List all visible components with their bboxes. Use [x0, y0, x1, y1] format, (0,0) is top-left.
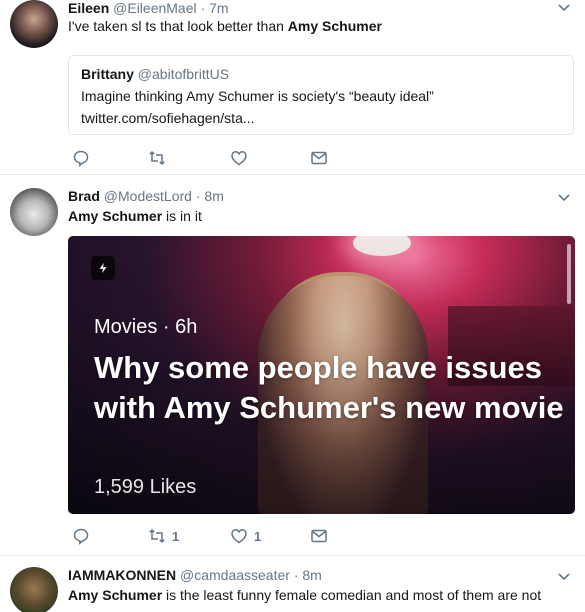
tweet-text-part: is the least funny female comedian and m…: [162, 587, 542, 603]
quote-author-handle: @abitofbrittUS: [137, 66, 230, 82]
card-likes: 1,599 Likes: [94, 476, 197, 498]
author-handle[interactable]: @camdaasseater: [180, 567, 290, 583]
tweet-text-bold[interactable]: Amy Schumer: [68, 587, 162, 603]
timestamp[interactable]: 7m: [209, 0, 228, 16]
tweet-header: IAMMAKONNEN @camdaasseater · 8m: [68, 567, 322, 583]
like-button[interactable]: [230, 148, 248, 168]
author-name[interactable]: Brad: [68, 188, 100, 204]
author-name[interactable]: IAMMAKONNEN: [68, 567, 176, 583]
card-category: Movies · 6h: [94, 316, 198, 338]
separator-dot: ·: [293, 567, 299, 583]
like-icon: [231, 151, 247, 166]
quote-text: Imagine thinking Amy Schumer is society'…: [81, 88, 434, 104]
tweet-text: Amy Schumer is the least funny female co…: [68, 587, 541, 603]
timestamp[interactable]: 8m: [204, 188, 223, 204]
tweet-actions: 1 1: [68, 526, 368, 546]
like-icon: [231, 529, 247, 544]
quoted-tweet[interactable]: Brittany @abitofbrittUS Imagine thinking…: [68, 55, 574, 135]
message-icon: [311, 151, 327, 165]
tweet-text: Amy Schumer is in it: [68, 208, 202, 224]
reply-icon: [73, 528, 89, 545]
reply-button[interactable]: [72, 148, 90, 168]
separator-dot: ·: [200, 0, 206, 16]
retweet-icon: [149, 528, 165, 544]
retweet-button[interactable]: [148, 148, 166, 168]
like-count: 1: [254, 528, 262, 544]
reply-button[interactable]: [72, 526, 90, 546]
timestamp[interactable]: 8m: [302, 567, 321, 583]
tweet-header: Eileen @EileenMael · 7m: [68, 0, 229, 16]
tweet-text-part: is in it: [162, 208, 202, 224]
tweet-actions: [68, 148, 368, 168]
quote-author-name: Brittany: [81, 66, 134, 82]
moment-card[interactable]: Movies · 6h Why some people have issues …: [68, 236, 575, 514]
tweet-text-bold[interactable]: Amy Schumer: [288, 18, 382, 34]
chevron-down-icon[interactable]: [557, 190, 571, 204]
tweet-text: I've taken sl ts that look better than A…: [68, 18, 382, 34]
tweet-eileen: Eileen @EileenMael · 7m I've taken sl ts…: [0, 0, 585, 175]
tweet-header: Brad @ModestLord · 8m: [68, 188, 224, 204]
author-name[interactable]: Eileen: [68, 0, 109, 16]
chevron-down-icon[interactable]: [557, 0, 571, 14]
avatar[interactable]: [10, 567, 58, 612]
retweet-icon: [149, 150, 165, 166]
reply-icon: [73, 150, 89, 167]
lightning-icon: [91, 256, 115, 280]
tweet-text-bold[interactable]: Amy Schumer: [68, 208, 162, 224]
retweet-button[interactable]: 1: [148, 526, 179, 546]
author-handle[interactable]: @EileenMael: [113, 0, 196, 16]
quote-link[interactable]: twitter.com/sofiehagen/sta...: [81, 110, 255, 126]
card-headline[interactable]: Why some people have issues with Amy Sch…: [94, 348, 564, 428]
message-button[interactable]: [310, 148, 328, 168]
retweet-count: 1: [172, 528, 180, 544]
avatar[interactable]: [10, 188, 58, 236]
card-scrollbar[interactable]: [567, 244, 571, 304]
separator-dot: ·: [195, 188, 201, 204]
message-button[interactable]: [310, 526, 328, 546]
chevron-down-icon[interactable]: [557, 569, 571, 583]
like-button[interactable]: 1: [230, 526, 261, 546]
quote-header: Brittany @abitofbrittUS: [81, 66, 229, 82]
avatar[interactable]: [10, 0, 58, 48]
message-icon: [311, 529, 327, 543]
tweet-text-part: I've taken sl ts that look better than: [68, 18, 288, 34]
tweet-iammakonnen: IAMMAKONNEN @camdaasseater · 8m Amy Schu…: [0, 557, 585, 612]
author-handle[interactable]: @ModestLord: [104, 188, 192, 204]
